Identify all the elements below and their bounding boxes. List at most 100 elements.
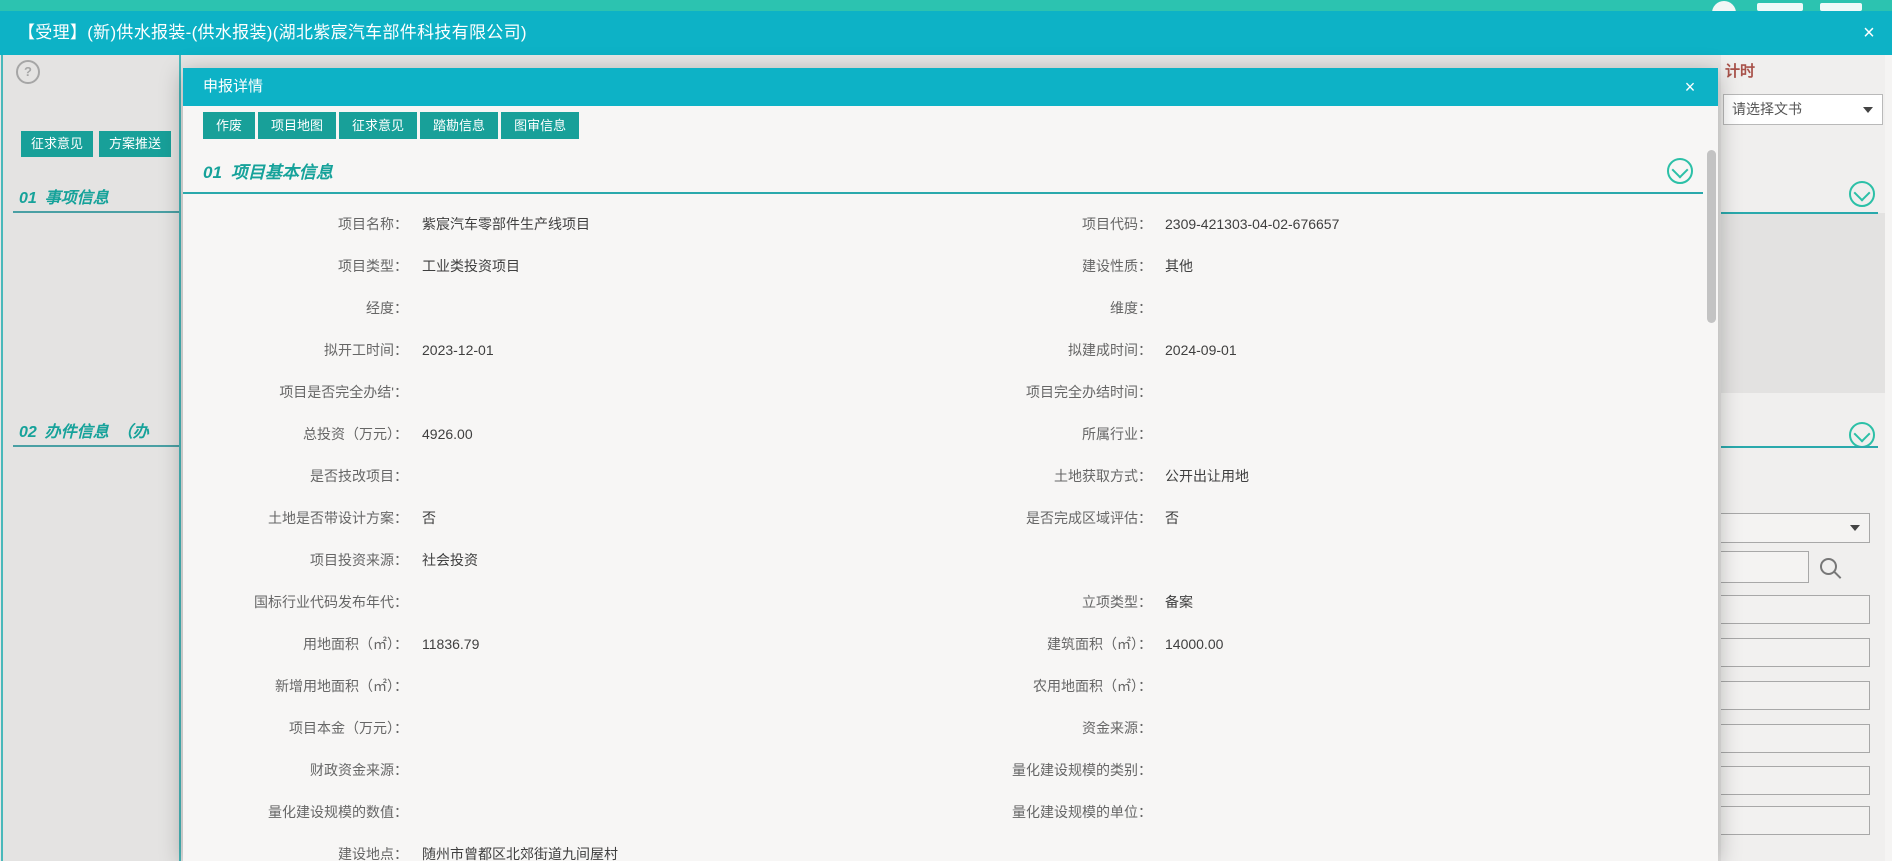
text-input[interactable]	[1721, 766, 1870, 795]
form-row: 项目投资来源：社会投资	[183, 539, 1703, 581]
field-value: 公开出让用地	[1165, 455, 1249, 497]
field-value: 2309-421303-04-02-676657	[1165, 203, 1339, 245]
right-panel: 计时 请选择文书	[1721, 55, 1885, 861]
form-row: 项目名称：紫宸汽车零部件生产线项目项目代码：2309-421303-04-02-…	[183, 203, 1703, 245]
document-select[interactable]: 请选择文书	[1723, 94, 1883, 125]
page-scroll-gutter	[1885, 55, 1892, 861]
field-label: 量化建设规模的数值：	[183, 791, 408, 833]
text-input[interactable]	[1721, 595, 1870, 624]
section-title: 事项信息	[45, 190, 109, 207]
text-input[interactable]	[1721, 638, 1870, 667]
field-label: 建筑面积（㎡）：	[853, 623, 1152, 665]
form-row: 拟开工时间： 2023-12-01 拟建成时间： 2024-09-01	[183, 329, 1703, 371]
section-body-panel	[1721, 213, 1885, 393]
text-input[interactable]	[1721, 681, 1870, 710]
field-label: 总投资（万元）：	[183, 413, 408, 455]
caret-down-icon	[1863, 107, 1873, 113]
section-number: 01	[19, 190, 37, 207]
section-divider	[13, 445, 179, 447]
field-label: 建设性质：	[853, 245, 1152, 287]
search-icon[interactable]	[1818, 556, 1842, 580]
section-number: 01	[203, 163, 222, 182]
form-row: 项目本金（万元）： 资金来源：	[183, 707, 1703, 749]
window-close-icon[interactable]: ×	[1856, 20, 1882, 46]
modal-close-icon[interactable]: ×	[1678, 75, 1702, 99]
field-label: 量化建设规模的单位：	[853, 791, 1152, 833]
section-collapse-chevron-icon[interactable]	[1667, 158, 1693, 184]
field-value: 14000.00	[1165, 623, 1223, 665]
timer-label: 计时	[1725, 60, 1755, 81]
field-label: 国标行业代码发布年代：	[183, 581, 408, 623]
field-value: 工业类投资项目	[422, 245, 520, 287]
top-system-bar	[0, 0, 1892, 11]
field-label: 用地面积（㎡）：	[183, 623, 408, 665]
field-label: 经度：	[183, 287, 408, 329]
modal-tab-bar: 作废项目地图征求意见踏勘信息图审信息	[203, 112, 579, 139]
section-number: 02	[19, 424, 37, 441]
field-value: 否	[1165, 497, 1179, 539]
section-title: 办件信息 （办	[45, 424, 149, 441]
section-divider	[183, 192, 1703, 194]
field-label: 农用地面积（㎡）：	[853, 665, 1152, 707]
field-label: 拟开工时间：	[183, 329, 408, 371]
modal-header: 申报详情 ×	[183, 68, 1718, 106]
field-label: 拟建成时间：	[853, 329, 1152, 371]
declaration-detail-modal: 申报详情 × 作废项目地图征求意见踏勘信息图审信息 01 项目基本信息 项目名称：…	[183, 68, 1718, 861]
section-header-items: 01 事项信息	[19, 184, 109, 208]
field-value: 4926.00	[422, 413, 473, 455]
field-label: 资金来源：	[853, 707, 1152, 749]
app-screen: 【受理】(新)供水报装-(供水报装)(湖北紫宸汽车部件科技有限公司) × ? 征…	[0, 0, 1892, 861]
user-greeting-clipped	[1820, 3, 1862, 11]
field-label: 立项类型：	[853, 581, 1152, 623]
document-select-value: 请选择文书	[1732, 101, 1802, 117]
field-value: 2024-09-01	[1165, 329, 1237, 371]
left-panel: ? 征求意见方案推送 01 事项信息 02 办件信息 （办	[3, 55, 181, 861]
field-label: 土地是否带设计方案：	[183, 497, 408, 539]
field-label: 项目是否完全办结'：	[183, 371, 408, 413]
modal-tab-3[interactable]: 踏勘信息	[420, 112, 498, 139]
text-input[interactable]	[1721, 806, 1870, 835]
modal-scrollbar-thumb[interactable]	[1707, 150, 1716, 323]
modal-tab-4[interactable]: 图审信息	[501, 112, 579, 139]
field-label: 所属行业：	[853, 413, 1152, 455]
field-label: 量化建设规模的类别：	[853, 749, 1152, 791]
form-row: 项目是否完全办结'：项目完全办结时间：	[183, 371, 1703, 413]
left-button-1[interactable]: 方案推送	[99, 131, 171, 157]
form-row: 经度： 维度：	[183, 287, 1703, 329]
background-select[interactable]	[1721, 513, 1870, 543]
section-divider	[1721, 446, 1878, 448]
form-row: 是否技改项目： 土地获取方式： 公开出让用地	[183, 455, 1703, 497]
left-button-0[interactable]: 征求意见	[21, 131, 93, 157]
form-row: 财政资金来源： 量化建设规模的类别：	[183, 749, 1703, 791]
field-label: 新增用地面积（㎡）：	[183, 665, 408, 707]
field-value: 备案	[1165, 581, 1193, 623]
window-title-bar: 【受理】(新)供水报装-(供水报装)(湖北紫宸汽车部件科技有限公司) ×	[0, 11, 1892, 55]
field-label: 项目本金（万元）：	[183, 707, 408, 749]
form-row: 项目类型：工业类投资项目建设性质：其他	[183, 245, 1703, 287]
field-value: 2023-12-01	[422, 329, 494, 371]
modal-tab-1[interactable]: 项目地图	[258, 112, 336, 139]
field-value: 其他	[1165, 245, 1193, 287]
section-header-cases: 02 办件信息 （办	[19, 418, 149, 442]
field-label: 土地获取方式：	[853, 455, 1152, 497]
caret-down-icon	[1850, 525, 1860, 531]
form-row: 建设地点： 随州市曾都区北郊街道九间屋村	[183, 833, 1703, 861]
collapse-chevron-icon[interactable]	[1849, 181, 1875, 207]
help-icon[interactable]: ?	[16, 60, 40, 84]
field-label: 是否技改项目：	[183, 455, 408, 497]
collapse-chevron-icon[interactable]	[1849, 422, 1875, 448]
search-input[interactable]	[1721, 551, 1809, 583]
user-avatar[interactable]	[1712, 1, 1736, 11]
field-label: 建设地点：	[183, 833, 408, 861]
field-value: 随州市曾都区北郊街道九间屋村	[422, 833, 618, 861]
section-title: 项目基本信息	[231, 163, 333, 182]
form-row: 总投资（万元）： 4926.00 所属行业：	[183, 413, 1703, 455]
field-label: 维度：	[853, 287, 1152, 329]
modal-tab-2[interactable]: 征求意见	[339, 112, 417, 139]
window-title: 【受理】(新)供水报装-(供水报装)(湖北紫宸汽车部件科技有限公司)	[18, 11, 527, 55]
modal-title: 申报详情	[203, 68, 263, 106]
text-input[interactable]	[1721, 724, 1870, 753]
section-divider	[13, 211, 179, 213]
modal-tab-0[interactable]: 作废	[203, 112, 255, 139]
field-label: 财政资金来源：	[183, 749, 408, 791]
